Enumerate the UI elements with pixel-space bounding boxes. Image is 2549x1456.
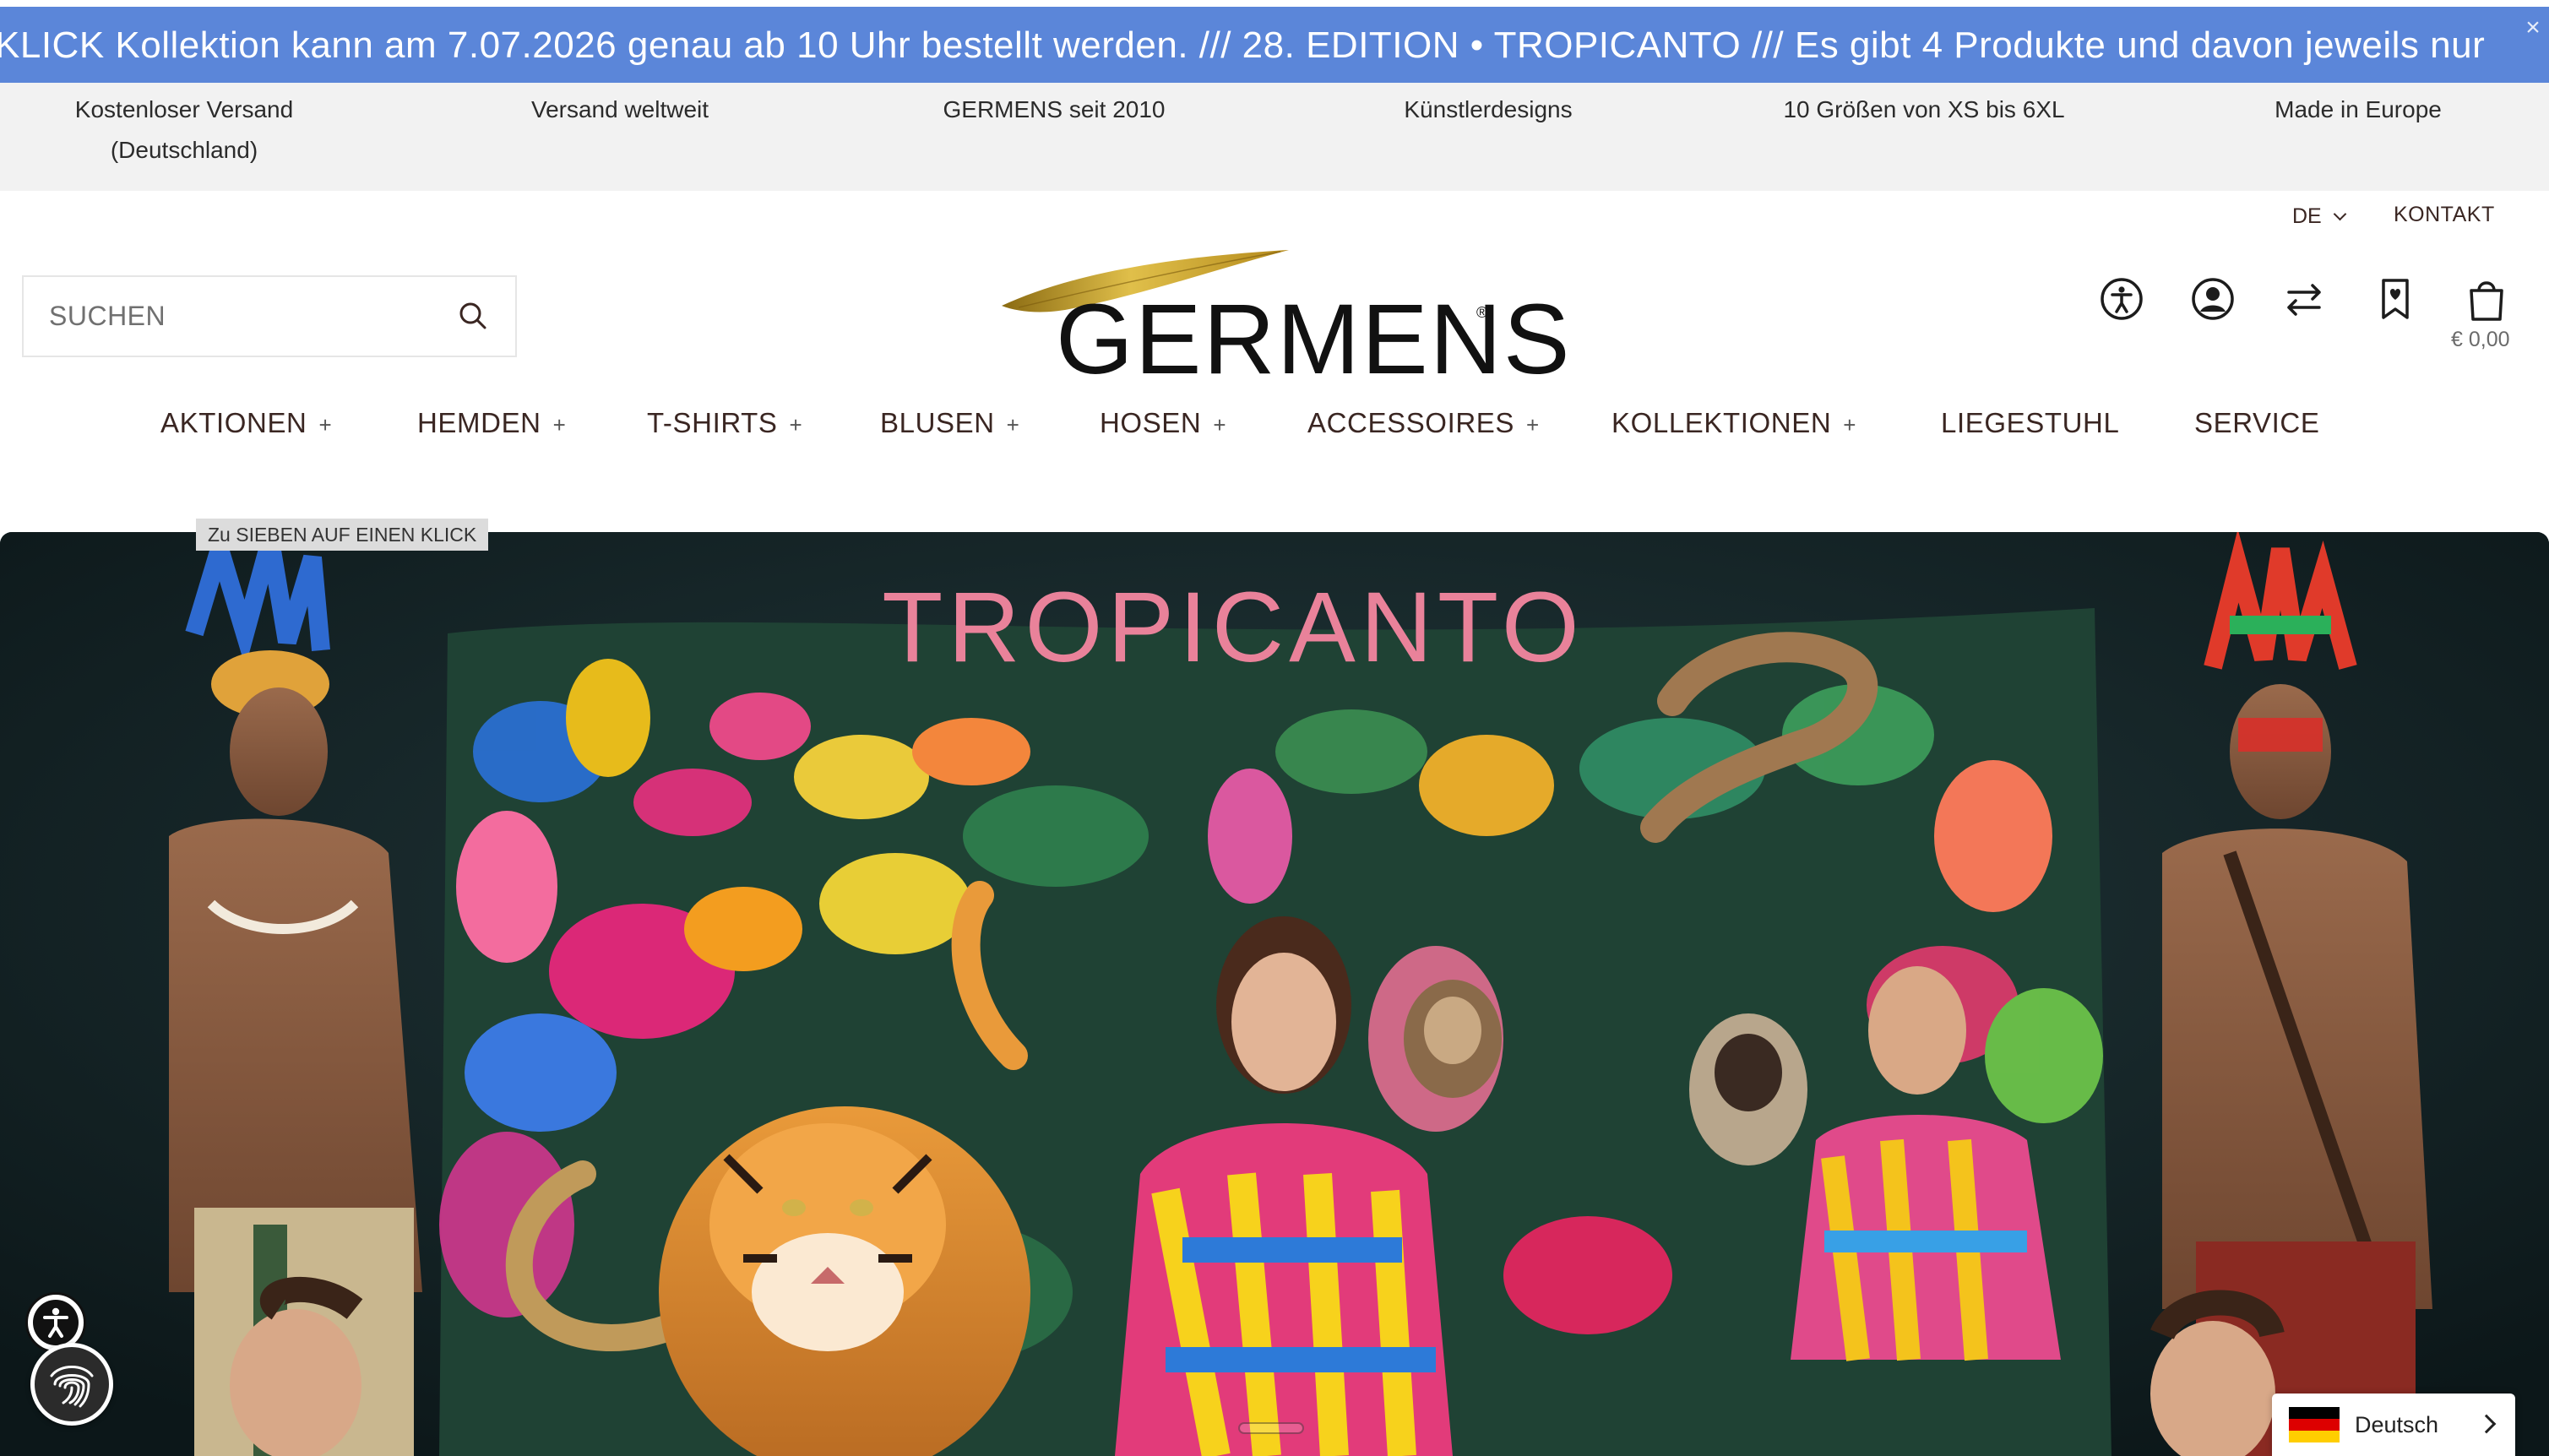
nav-item-accessoires[interactable]: ACCESSOIRES + [1307, 404, 1540, 454]
wishlist-icon[interactable] [2372, 275, 2419, 323]
hero-tooltip: Zu SIEBEN AUF EINEN KLICK [196, 519, 489, 551]
nav-label: LIEGESTUHL [1941, 407, 2120, 438]
nav-label: SERVICE [2194, 407, 2320, 438]
usp-since: GERMENS seit 2010 [843, 90, 1265, 130]
chevron-right-icon [2476, 1414, 2497, 1434]
nav-item-aktionen[interactable]: AKTIONEN + [160, 404, 332, 454]
cart-icon[interactable] [2463, 275, 2510, 323]
language-widget[interactable]: Deutsch [2272, 1394, 2515, 1456]
search-box [22, 275, 517, 357]
registered-mark: ® [1476, 304, 1488, 321]
cart-total: € 0,00 [2451, 328, 2510, 351]
usp-text: 10 Größen von XS bis 6XL [1783, 96, 2065, 122]
plus-icon: + [318, 412, 333, 437]
usp-worldwide: Versand weltweit [409, 90, 831, 130]
usp-text: Künstlerdesigns [1404, 96, 1573, 122]
announcement-text: KLICK Kollektion kann am 7.07.2026 genau… [0, 24, 2486, 66]
nav-item-liegestuhl[interactable]: LIEGESTUHL [1941, 404, 2119, 454]
usp-text: Made in Europe [2275, 96, 2442, 122]
nav-label: ACCESSOIRES [1307, 407, 1514, 438]
nav-item-kollektionen[interactable]: KOLLEKTIONEN + [1611, 404, 1856, 454]
usp-text: GERMENS seit 2010 [943, 96, 1166, 122]
logo-text: GERMENS [1056, 284, 1572, 395]
hero-banner[interactable]: TROPICANTO [0, 532, 2549, 1456]
plus-icon: + [789, 412, 803, 437]
nav-item-blusen[interactable]: BLUSEN + [880, 404, 1019, 454]
usp-artist-designs: Künstlerdesigns [1277, 90, 1699, 130]
slider-indicator[interactable] [1238, 1422, 1304, 1434]
nav-item-hemden[interactable]: HEMDEN + [417, 404, 566, 454]
usp-free-shipping: Kostenloser Versand (Deutschland) [0, 90, 395, 171]
usp-text: Versand weltweit [530, 96, 709, 122]
usp-text: Kostenloser Versand [74, 96, 294, 122]
nav-item-hosen[interactable]: HOSEN + [1100, 404, 1226, 454]
usp-subtext: (Deutschland) [110, 137, 258, 163]
main-navigation: AKTIONEN + HEMDEN + T-SHIRTS + BLUSEN + HOSE… [0, 404, 2549, 454]
logo[interactable]: GERMENS ® [1002, 245, 1570, 390]
germany-flag-icon [2289, 1407, 2340, 1442]
usp-bar: Kostenloser Versand (Deutschland) Versan… [0, 83, 2549, 191]
fingerprint-icon[interactable] [30, 1343, 113, 1426]
contact-link[interactable]: KONTAKT [2394, 203, 2495, 227]
plus-icon: + [1213, 412, 1227, 437]
nav-label: BLUSEN [880, 407, 995, 438]
hero-title: TROPICANTO [882, 572, 1584, 683]
chevron-down-icon [2333, 207, 2347, 221]
nav-label: HOSEN [1100, 407, 1202, 438]
accessibility-icon [33, 1300, 79, 1345]
compare-icon[interactable] [2280, 275, 2328, 323]
nav-item-t-shirts[interactable]: T-SHIRTS + [647, 404, 802, 454]
nav-item-service[interactable]: SERVICE [2194, 404, 2319, 454]
announcement-bar: KLICK Kollektion kann am 7.07.2026 genau… [0, 7, 2549, 83]
language-label: Deutsch [2355, 1412, 2439, 1437]
plus-icon: + [1526, 412, 1540, 437]
usp-made-in-europe: Made in Europe [2147, 90, 2549, 130]
nav-label: HEMDEN [417, 407, 541, 438]
search-icon[interactable] [454, 297, 493, 336]
plus-icon: + [1843, 412, 1857, 437]
language-selector[interactable]: DE [2292, 204, 2347, 229]
account-icon[interactable] [2189, 275, 2236, 323]
plus-icon: + [552, 412, 567, 437]
usp-sizes: 10 Größen von XS bis 6XL [1713, 90, 2135, 130]
nav-label: AKTIONEN [160, 407, 307, 438]
nav-label: KOLLEKTIONEN [1611, 407, 1832, 438]
plus-icon: + [1006, 412, 1020, 437]
close-icon[interactable]: × [2520, 15, 2546, 41]
accessibility-icon[interactable] [2098, 275, 2145, 323]
language-code: DE [2292, 204, 2322, 228]
nav-label: T-SHIRTS [647, 407, 778, 438]
search-input[interactable] [49, 277, 438, 356]
